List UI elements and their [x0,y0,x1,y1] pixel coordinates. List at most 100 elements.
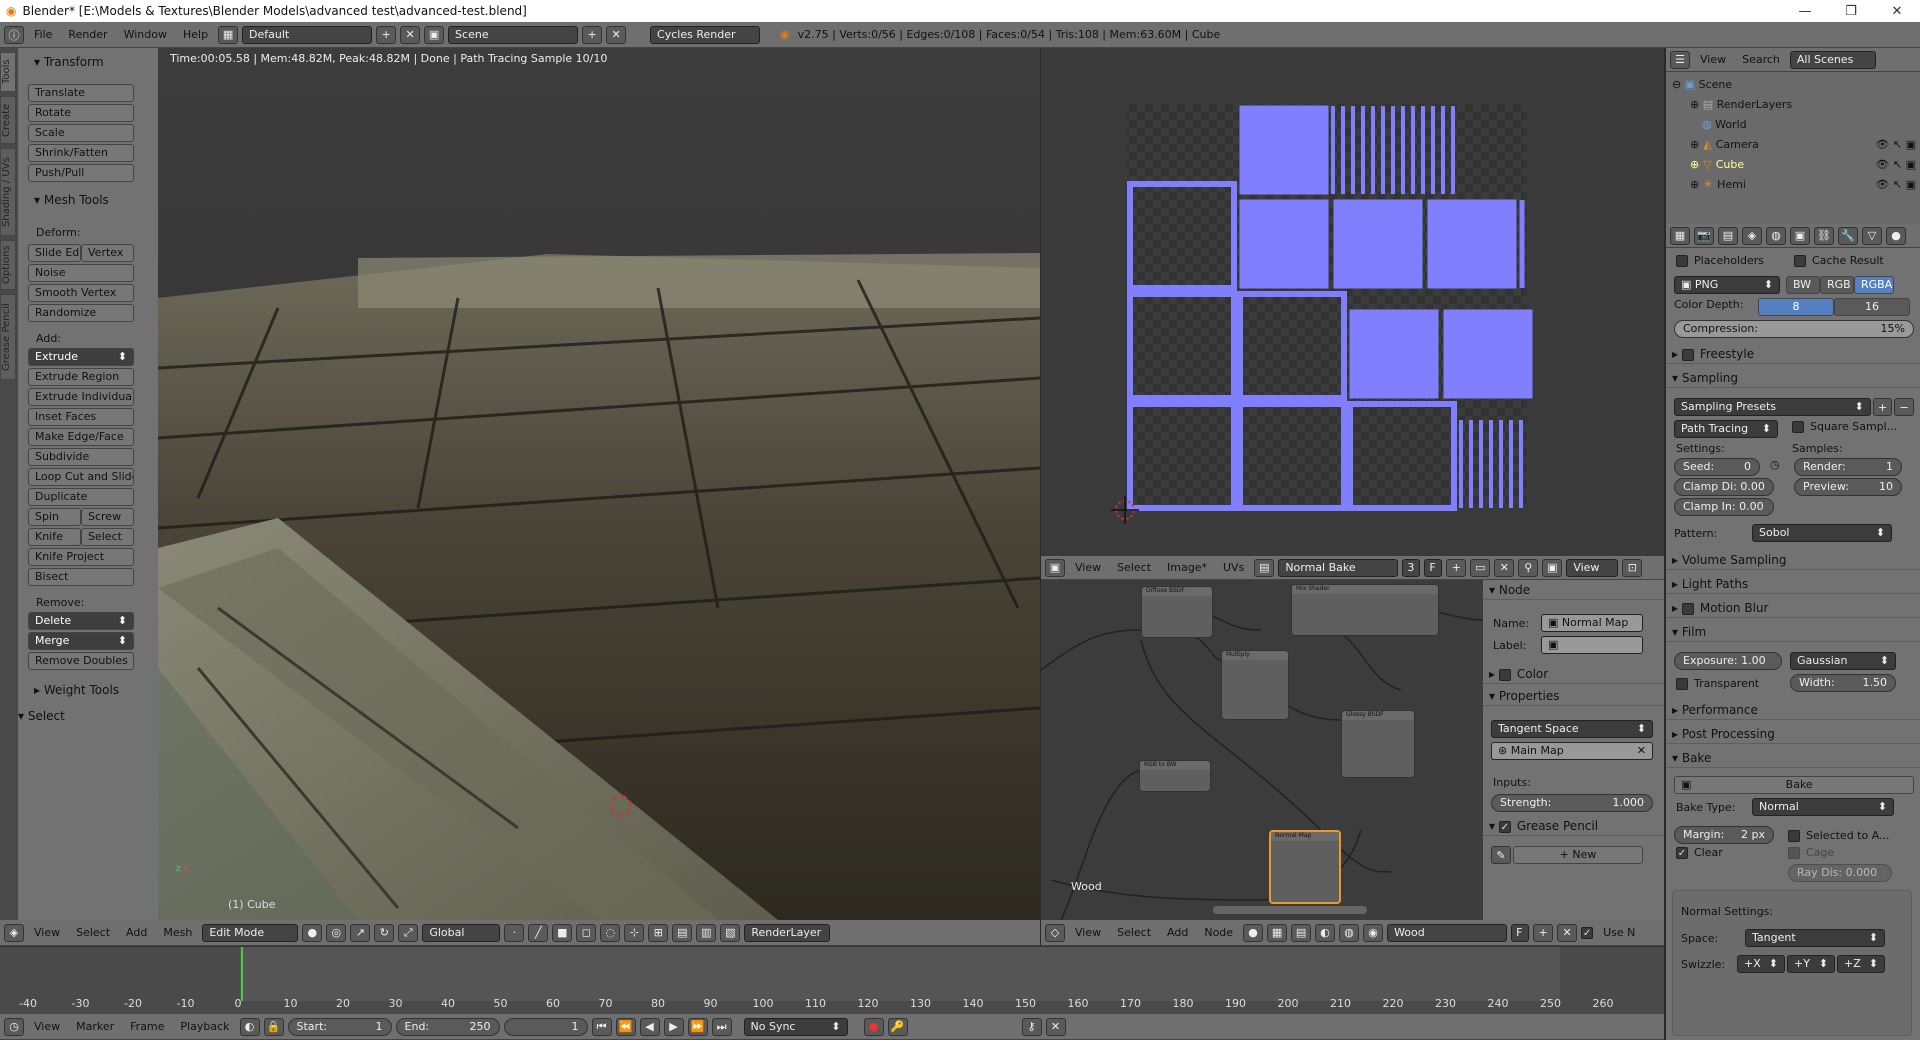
sampling-presets-dropdown[interactable]: Sampling Presets ⬍ [1674,398,1871,416]
outliner-filter-dropdown[interactable]: All Scenes [1789,50,1876,69]
properties-section-header[interactable]: ▾ Properties [1483,686,1664,706]
loop-cut-slide-button[interactable]: Loop Cut and Slide [28,468,134,486]
remove-scene-icon[interactable]: ✕ [606,25,627,44]
freestyle-section-header[interactable]: ▸ Freestyle [1666,344,1920,364]
node-label-field[interactable]: ▣ [1541,636,1643,654]
proportional-edit-icon[interactable]: ◌ [600,923,621,942]
record-icon[interactable]: ● [863,1017,884,1036]
jump-end-icon[interactable]: ⏭ [711,1017,732,1036]
inset-faces-button[interactable]: Inset Faces [28,408,134,426]
node-editor[interactable]: Diffuse BSDF Mix Shader Multiply Glossy … [1041,580,1483,920]
bw-toggle[interactable]: BW [1786,276,1820,294]
material-icon[interactable]: ◉ [1363,923,1384,942]
image-menu-uvs[interactable]: UVs [1217,561,1250,574]
translate-button[interactable]: Translate [28,84,134,102]
performance-section-header[interactable]: ▸ Performance [1666,700,1920,720]
edge-select-icon[interactable]: ╱ [528,923,549,942]
bake-section-header[interactable]: ▾ Bake [1666,748,1920,768]
clear-checkbox[interactable]: ✓ Clear [1676,846,1788,859]
3d-cursor-icon[interactable] [610,795,632,817]
scene-tab-icon[interactable]: ◈ [1742,226,1762,245]
image-fake-user[interactable]: F [1424,558,1443,577]
playhead[interactable] [241,947,243,1001]
noise-button[interactable]: Noise [28,264,134,282]
color-section-header[interactable]: ▸ Color [1483,664,1664,684]
image-menu-view[interactable]: View [1069,561,1107,574]
bake-type-dropdown[interactable]: Normal ⬍ [1752,798,1894,816]
prev-keyframe-icon[interactable]: ⏪ [615,1017,636,1036]
start-frame-field[interactable]: Start: 1 [287,1017,392,1036]
swizzle-y-dropdown[interactable]: +Y ⬍ [1787,955,1835,973]
remove-preset-icon[interactable]: − [1894,398,1914,416]
view-mode-icon[interactable]: ▣ [1542,558,1563,577]
outliner-world-row[interactable]: ◍ World [1702,118,1747,131]
layers-icon[interactable]: ▥ [696,923,717,942]
light-paths-section-header[interactable]: ▸ Light Paths [1666,574,1920,594]
node-scrollbar[interactable] [1213,906,1367,914]
bisect-button[interactable]: Bisect [28,568,134,586]
uv-map-field[interactable]: ⊛ Main Map ✕ [1491,742,1653,760]
push-pull-button[interactable]: Push/Pull [28,164,134,182]
animated-seed-icon[interactable]: ◷ [1770,458,1784,476]
knife-button[interactable]: Knife [28,528,81,546]
image-menu-image[interactable]: Image* [1161,561,1213,574]
face-select-icon[interactable]: ■ [552,923,573,942]
jump-start-icon[interactable]: ⏮ [591,1017,612,1036]
merge-dropdown[interactable]: Merge ⬍ [28,632,134,650]
render-engine-dropdown[interactable]: Cycles Render [650,25,761,44]
viewport-menu-select[interactable]: Select [70,926,116,939]
minimize-icon[interactable]: — [1782,4,1828,19]
vertex-select-icon[interactable]: · [504,923,525,942]
remove-doubles-button[interactable]: Remove Doubles [28,652,134,670]
viewport-menu-mesh[interactable]: Mesh [157,926,198,939]
rgba-toggle[interactable]: RGBA [1854,276,1894,294]
material-tab-icon[interactable]: ● [1886,226,1906,245]
close-icon[interactable]: ✕ [1874,4,1920,19]
node-menu-view[interactable]: View [1069,926,1107,939]
menu-window[interactable]: Window [118,28,173,41]
insert-keyframe-icon[interactable]: ⚷ [1021,1017,1042,1036]
subdivide-button[interactable]: Subdivide [28,448,134,466]
outliner-scene-row[interactable]: ⊖ ▣ Scene [1672,78,1732,91]
timeline-menu-playback[interactable]: Playback [174,1020,235,1033]
next-keyframe-icon[interactable]: ⏩ [687,1017,708,1036]
ray-distance-field[interactable]: Ray Dis: 0.000 [1788,864,1892,882]
depth-8-toggle[interactable]: 8 [1758,298,1834,316]
integrator-dropdown[interactable]: Path Tracing ⬍ [1674,420,1778,438]
node-menu-select[interactable]: Select [1111,926,1157,939]
outliner-renderlayers-row[interactable]: ⊕ ▤ RenderLayers [1690,98,1792,111]
delete-keyframe-icon[interactable]: ✕ [1045,1017,1066,1036]
tab-options[interactable]: Options [0,240,16,290]
render-preview-icon[interactable]: ▤ [672,923,693,942]
timeline[interactable]: -40 -30 -20 -10 0 10 20 30 40 50 60 70 80 90 100 110 120… [0,946,1664,1014]
lock-range-icon[interactable]: 🔒 [263,1017,284,1036]
menu-help[interactable]: Help [177,28,214,41]
shading-icon[interactable]: ● [302,923,323,942]
tab-tools[interactable]: Tools [0,52,16,92]
normal-map-node[interactable]: Normal Map [1269,830,1341,904]
orientation-dropdown[interactable]: Global [422,923,501,942]
view-dropdown[interactable]: View [1566,558,1619,577]
compression-slider[interactable]: Compression: 15% [1674,320,1914,338]
volume-sampling-section-header[interactable]: ▸ Volume Sampling [1666,550,1920,570]
zoom-icon[interactable]: ⊡ [1622,558,1643,577]
scene-icon[interactable]: ▣ [424,25,445,44]
add-scene-icon[interactable]: + [582,25,603,44]
mode-dropdown[interactable]: Edit Mode [202,923,299,942]
editor-type-3d-icon[interactable]: ◈ [4,923,24,942]
outliner-cube-row[interactable]: ⊕ ▽ Cube 👁 ↖ ▣ [1690,158,1916,171]
texture-nodes-icon[interactable]: ▦ [1267,923,1288,942]
render-samples-field[interactable]: Render: 1 [1794,458,1902,476]
transparent-checkbox[interactable]: Transparent [1676,677,1790,690]
multiply-node[interactable]: Multiply [1221,650,1289,720]
outliner-camera-row[interactable]: ⊕ ◭ Camera 👁 ↖ ▣ [1690,138,1916,151]
normal-space-dropdown[interactable]: Tangent Space ⬍ [1491,720,1653,738]
image-browse-icon[interactable]: ▤ [1254,558,1275,577]
scale-button[interactable]: Scale [28,124,134,142]
outliner-hemi-row[interactable]: ⊕ ☀ Hemi 👁 ↖ ▣ [1690,178,1916,191]
compositing-nodes-icon[interactable]: ▤ [1291,923,1312,942]
extrude-individual-button[interactable]: Extrude Individual [28,388,134,406]
motion-blur-section-header[interactable]: ▸ Motion Blur [1666,598,1920,618]
strength-field[interactable]: Strength: 1.000 [1491,794,1653,812]
editor-type-outliner-icon[interactable]: ☰ [1670,50,1690,69]
